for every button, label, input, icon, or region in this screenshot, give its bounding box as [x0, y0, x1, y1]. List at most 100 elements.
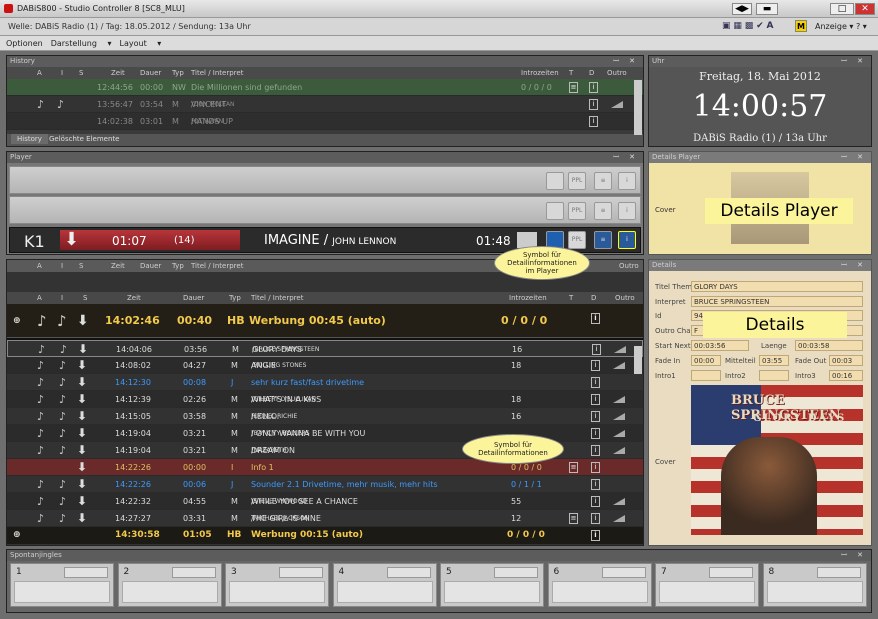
square-button[interactable]	[546, 172, 564, 190]
jingle-button[interactable]	[229, 581, 325, 603]
info-icon[interactable]: i	[591, 360, 600, 371]
jingle-button[interactable]	[766, 581, 863, 603]
table-row[interactable]: ♪ ♪ ⬇ 14:22:32 04:55 M WHILE YOU SEE A CHANCE …	[7, 493, 643, 510]
ppl-button[interactable]: PPL	[568, 231, 586, 249]
info-icon[interactable]: i	[589, 99, 598, 110]
table-row[interactable]: ⬇ 14:22:26 00:00 I Info 10 / 0 / 0 ≡ i	[7, 459, 643, 476]
menu-darstellung[interactable]: Darstellung ▾	[51, 39, 112, 48]
player-slot-empty[interactable]: PPL ≡ i	[9, 196, 641, 224]
field-interpret[interactable]: BRUCE SPRINGSTEEN	[691, 296, 863, 307]
table-row[interactable]: ♪ ♪ ⬇ 14:15:05 03:58 M HELLO. / LIONEL RICHIE 1…	[7, 408, 643, 425]
field-titel-thema[interactable]: GLORY DAYS	[691, 281, 863, 292]
jingle-slot[interactable]: 8	[762, 563, 867, 607]
back-forward-button[interactable]: ◀▶	[732, 3, 752, 15]
maximize-button[interactable]: □	[830, 3, 854, 15]
jingle-button[interactable]	[551, 581, 648, 603]
tab-history[interactable]: History	[11, 134, 48, 144]
text-icon[interactable]: ≡	[569, 513, 578, 524]
history-row[interactable]: ♪ ♪ 13:56:47 03:54 M VINCENT / DON MCLEAN i	[7, 96, 643, 113]
info-icon[interactable]: i	[591, 513, 600, 524]
table-row[interactable]: ♪ ♪ ⬇ 14:27:27 03:31 M THE GIRL IS MINE / MICH…	[7, 510, 643, 527]
info-icon[interactable]: i	[592, 344, 601, 355]
info-icon[interactable]: i	[589, 116, 598, 127]
info-icon[interactable]: i	[591, 394, 600, 405]
down-arrow-icon[interactable]: ⬇	[77, 425, 87, 442]
text-icon[interactable]: ≡	[594, 202, 612, 220]
menu-layout[interactable]: Layout ▾	[120, 39, 162, 48]
playlist-current-row[interactable]: ⊕ ♪ ♪ ⬇ 14:02:46 00:40 HB Werbung 00:45 (a…	[7, 304, 643, 338]
text-icon[interactable]: ≡	[569, 462, 578, 473]
down-arrow-icon[interactable]: ⬇	[77, 476, 87, 493]
field-fade-out[interactable]: 00:03	[829, 355, 863, 366]
plus-icon[interactable]: ⊕	[13, 527, 21, 544]
jingle-button[interactable]	[336, 581, 433, 603]
down-arrow-icon[interactable]: ⬇	[77, 459, 87, 476]
playlist-next-row[interactable]: ⊕ 14:30:58 01:05 HB Werbung 00:15 (auto) 0…	[7, 527, 643, 544]
down-arrow-icon[interactable]: ⬇	[77, 493, 87, 510]
table-row[interactable]: ♪ ♪ ⬇ 14:08:02 04:27 M ANGIE / ROLLING STONES 1…	[7, 357, 643, 374]
down-arrow-icon[interactable]: ⬇	[77, 304, 89, 338]
field-mittelteil[interactable]: 03:55	[759, 355, 789, 366]
field-intro1[interactable]	[691, 370, 721, 381]
tab-geloeschte[interactable]: Gelöschte Elemente	[49, 135, 119, 143]
text-icon[interactable]: ≡	[594, 172, 612, 190]
info-icon[interactable]: i	[591, 445, 600, 456]
stop-arrow-icon[interactable]: ⬇	[64, 229, 79, 250]
down-arrow-icon[interactable]: ⬇	[77, 391, 87, 408]
info-icon[interactable]: i	[591, 462, 600, 473]
square-button[interactable]	[546, 202, 564, 220]
down-arrow-icon[interactable]: ⬇	[77, 374, 87, 391]
toolbar-icons[interactable]: ▣ ▦ ▩ ✔ A	[722, 21, 773, 31]
ppl-button[interactable]: PPL	[568, 202, 586, 220]
table-row[interactable]: ♪ ♪ ⬇ 14:04:06 03:56 M GLORY DAYS / BRUCE SPRI…	[7, 340, 643, 357]
jingle-slot[interactable]: 7	[655, 563, 759, 607]
down-arrow-icon[interactable]: ⬇	[77, 510, 87, 527]
history-row[interactable]: 14:02:38 03:01 M HANDS UP / OTTAWAN i	[7, 113, 643, 130]
jingle-button[interactable]	[121, 581, 218, 603]
field-start-next[interactable]: 00:03:56	[691, 340, 749, 351]
down-arrow-icon[interactable]: ⬇	[77, 357, 87, 374]
text-icon[interactable]: ≡	[569, 82, 578, 93]
info-icon[interactable]: i	[591, 496, 600, 507]
info-icon[interactable]: i	[591, 530, 600, 541]
info-icon[interactable]: i	[591, 428, 600, 439]
down-arrow-icon[interactable]: ⬇	[77, 442, 87, 459]
jingle-button[interactable]	[14, 581, 110, 603]
jingle-slot[interactable]: 6	[547, 563, 652, 607]
field-laenge[interactable]: 00:03:58	[795, 340, 863, 351]
text-icon[interactable]: ≡	[594, 231, 612, 249]
m-toggle-button[interactable]: M	[795, 20, 807, 32]
field-intro2[interactable]	[759, 370, 789, 381]
jingle-button[interactable]	[659, 581, 755, 603]
down-arrow-icon[interactable]: ⬇	[77, 408, 87, 425]
menu-optionen[interactable]: Optionen	[6, 39, 43, 48]
info-icon[interactable]: i	[618, 172, 636, 190]
field-fade-in[interactable]: 00:00	[691, 355, 721, 366]
table-row[interactable]: ♪ ♪ ⬇ 14:12:39 02:26 M WHAT'S IN A KISS / GILB…	[7, 391, 643, 408]
jingle-slot[interactable]: 4	[332, 563, 437, 607]
info-icon[interactable]: i	[618, 231, 636, 249]
player-slot-empty[interactable]: PPL ≡ i	[9, 166, 641, 194]
jingle-button[interactable]	[444, 581, 540, 603]
down-arrow-icon[interactable]: ⬇	[78, 341, 88, 358]
jingle-slot[interactable]: 3	[225, 563, 329, 607]
info-icon[interactable]: i	[618, 202, 636, 220]
ppl-button[interactable]: PPL	[568, 172, 586, 190]
table-row[interactable]: ♪ ♪ ⬇ 14:22:26 00:06 J Sounder 2.1 Drivetime, …	[7, 476, 643, 493]
history-scrollbar[interactable]	[634, 80, 642, 135]
anzeige-menu[interactable]: Anzeige ▾ ? ▾	[815, 22, 867, 31]
info-icon[interactable]: i	[591, 313, 600, 324]
field-intro3[interactable]: 00:16	[829, 370, 863, 381]
jingle-slot[interactable]: 2	[117, 563, 222, 607]
playlist-scrollbar[interactable]	[634, 346, 642, 374]
history-row[interactable]: 12:44:56 00:00 NW Die Millionen sind gefun…	[7, 79, 643, 96]
plus-icon[interactable]: ⊕	[13, 304, 21, 338]
table-row[interactable]: ♪ ♪ ⬇ 14:12:30 00:08 Jsehr kurz fast/fast dri…	[7, 374, 643, 391]
info-icon[interactable]: i	[591, 479, 600, 490]
jingle-slot[interactable]: 5	[440, 563, 544, 607]
minimize-button[interactable]: ▬	[756, 3, 778, 15]
close-button[interactable]: ✕	[855, 3, 875, 15]
info-icon[interactable]: i	[589, 82, 598, 93]
info-icon[interactable]: i	[591, 377, 600, 388]
jingle-slot[interactable]: 1	[10, 563, 114, 607]
